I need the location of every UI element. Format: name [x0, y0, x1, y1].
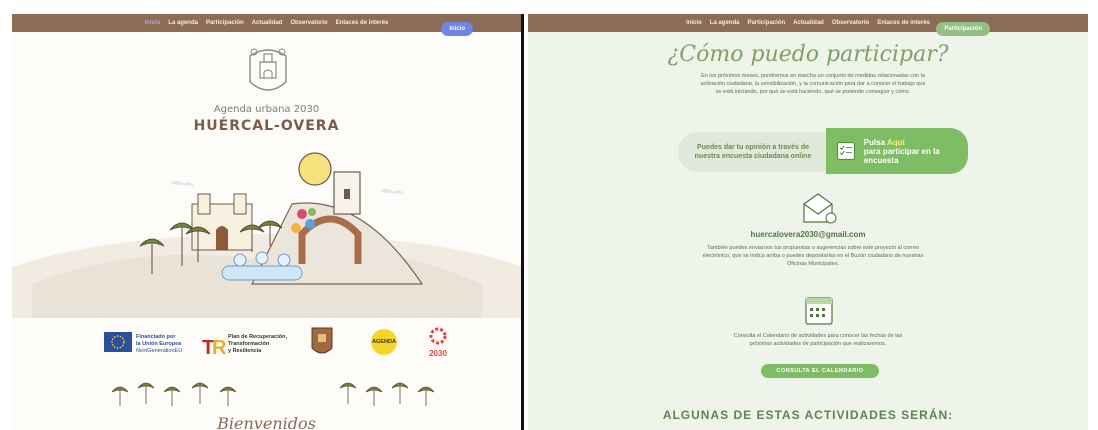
proposals-paragraph: También puedes enviarnos tus propuestas … [702, 245, 924, 267]
eu-line3: NextGenerationEU [136, 348, 182, 354]
agenda-2030-badge: AGENDA [371, 329, 397, 355]
survey-link-rest: para participar en la encuesta [863, 146, 940, 165]
survey-info-text: Puedes dar tu opinión a través de nuestr… [694, 144, 812, 160]
ods-year: 2030 [429, 349, 447, 358]
funding-logos: Financiado por la Unión Europea NextGene… [104, 327, 447, 359]
survey-link-button[interactable]: Pulsa Aquí para participar en la encuest… [826, 128, 968, 174]
welcome-heading: Bienvenidos [217, 414, 316, 430]
intro-paragraph: En los próximos meses, pondremos en marc… [700, 73, 926, 95]
agenda-subtitle: Agenda urbana 2030 [213, 104, 320, 115]
prtr-logo: T R Plan de Recuperación, Transformación… [202, 334, 287, 359]
current-page-pill[interactable]: Participación [936, 22, 990, 36]
town-illustration [12, 152, 521, 318]
current-page-pill[interactable]: Inicio [441, 22, 473, 36]
mail-icon [803, 193, 837, 224]
nav-participacion[interactable]: Participación [747, 20, 785, 26]
survey-link-aqui[interactable]: Aquí [887, 138, 905, 147]
participation-page-panel: Inicio La agenda Participación Actualida… [528, 14, 1088, 430]
eu-logo: Financiado por la Unión Europea NextGene… [104, 332, 182, 354]
city-title: HUÉRCAL-OVERA [193, 118, 340, 134]
nav-la-agenda[interactable]: La agenda [168, 20, 198, 26]
home-page-panel: Inicio La agenda Participación Actualida… [12, 14, 524, 430]
agenda-badge-label: AGENDA [372, 339, 396, 345]
survey-info-card: Puedes dar tu opinión a través de nuestr… [678, 132, 828, 172]
calendar-paragraph: Consulta el Calendario de actividades pa… [733, 333, 903, 347]
nav-enlaces[interactable]: Enlaces de interés [877, 20, 930, 26]
prtr-line2: Transformación [228, 341, 270, 347]
prtr-line1: Plan de Recuperación, [228, 334, 287, 340]
nav-participacion[interactable]: Participación [206, 20, 244, 26]
contact-email[interactable]: huercalovera2030@gmail.com [528, 230, 1088, 239]
calendar-icon [805, 297, 833, 325]
page-title: ¿Cómo puedo participar? [667, 42, 949, 67]
nav-observatorio[interactable]: Observatorio [832, 20, 869, 26]
ods-2030-logo: 2030 [429, 327, 447, 358]
nav-enlaces[interactable]: Enlaces de interés [336, 20, 389, 26]
municipal-shield-logo [311, 327, 333, 354]
calendar-button[interactable]: CONSULTA EL CALENDARIO [761, 364, 879, 378]
survey-link-text: Pulsa Aquí para participar en la encuest… [864, 138, 958, 165]
nav-la-agenda[interactable]: La agenda [710, 20, 740, 26]
nav-inicio[interactable]: Inicio [686, 20, 702, 26]
eu-line2: la Unión Europea [136, 341, 182, 347]
nav-inicio[interactable]: Inicio [145, 20, 161, 26]
survey-link-pulsa: Pulsa [863, 137, 886, 147]
nav-actualidad[interactable]: Actualidad [793, 20, 824, 26]
palm-trees-row [111, 382, 435, 406]
prtr-line3: y Resiliencia [228, 348, 262, 354]
city-crest-logo [249, 48, 287, 91]
nav-observatorio[interactable]: Observatorio [290, 20, 327, 26]
checklist-icon [837, 142, 855, 160]
nav-actualidad[interactable]: Actualidad [252, 20, 283, 26]
activities-heading: ALGUNAS DE ESTAS ACTIVIDADES SERÁN: [662, 408, 954, 422]
svg-text:R: R [212, 337, 227, 359]
eu-line1: Financiado por [136, 334, 176, 340]
main-navbar: Inicio La agenda Participación Actualida… [528, 14, 1088, 32]
